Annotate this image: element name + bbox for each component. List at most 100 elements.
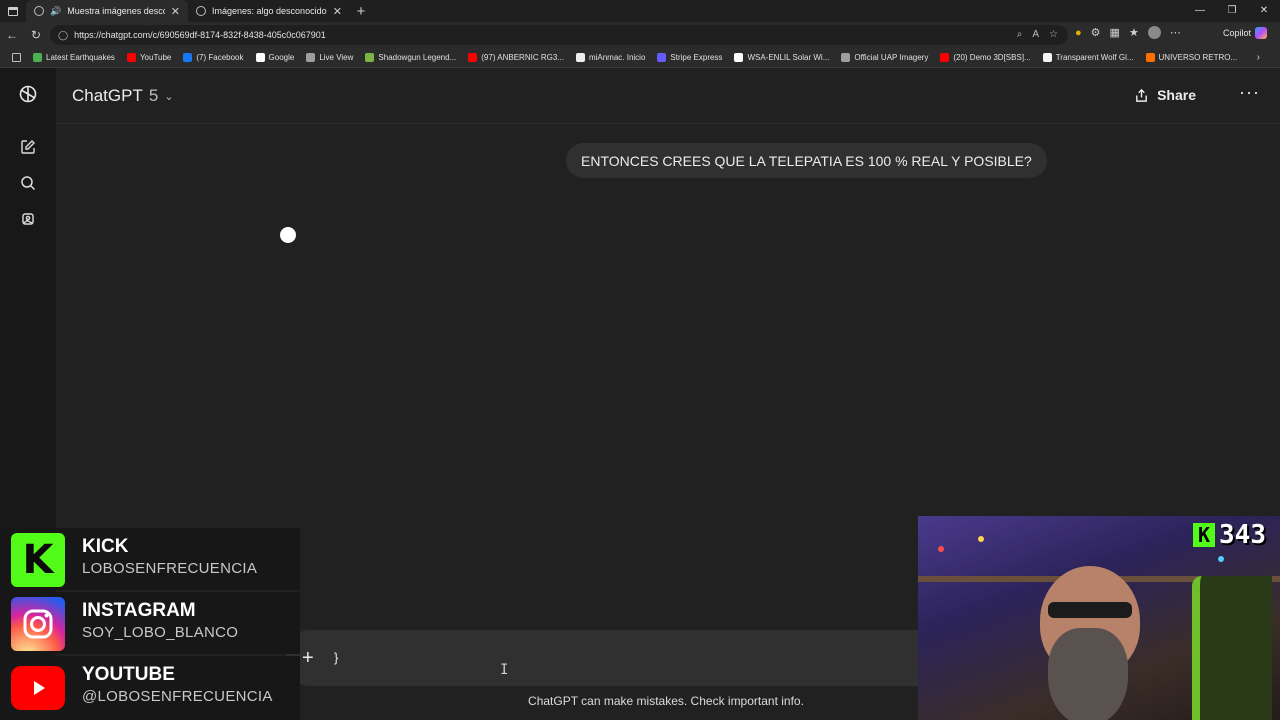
youtube-logo-icon [11,666,65,710]
bookmark-favicon-icon [255,53,265,62]
webcam-light [1218,556,1224,562]
address-bar-icons: ⌕ A ☆ [1017,29,1058,40]
browser-tab-strip: 🔊 Muestra imágenes descono ✕ Imágenes: a… [0,0,1280,22]
social-handle: LOBOSENFRECUENCIA [82,560,258,577]
bookmark-item[interactable]: (20) Demo 3D[SBS]... [934,53,1036,62]
bookmarks-overflow-icon[interactable]: › [1257,52,1260,63]
user-message-bubble: ENTONCES CREES QUE LA TELEPATIA ES 100 %… [566,143,1047,178]
back-icon[interactable]: ← [0,28,24,42]
bookmark-favicon-icon [1145,53,1155,62]
social-name: INSTAGRAM [82,600,196,621]
zoom-icon[interactable]: ⌕ [1017,29,1023,40]
bookmark-label: miAnmac. Inicio [588,53,646,62]
bookmark-item[interactable]: Latest Earthquakes [27,53,121,62]
bookmark-label: Shadowgun Legend... [378,53,457,62]
settings-more-icon[interactable]: ⋯ [1170,26,1181,39]
bookmark-label: UNIVERSO RETRO... [1158,53,1238,62]
bookmark-label: YouTube [139,53,172,62]
close-tab-icon[interactable]: ✕ [171,5,180,18]
bookmark-item[interactable]: (97) ANBERNIC RG3... [462,53,570,62]
more-options-icon[interactable]: ··· [1239,82,1260,103]
bookmark-favicon-icon [575,53,585,62]
bookmark-item[interactable]: YouTube [121,53,177,62]
new-chat-icon[interactable] [18,137,38,157]
url-text: https://chatgpt.com/c/690569df-8174-832f… [74,30,326,40]
message-composer[interactable]: + } [286,630,926,686]
social-instagram: INSTAGRAM SOY_LOBO_BLANCO [0,592,300,654]
bookmark-label: Stripe Express [670,53,723,62]
bookmark-item[interactable]: UNIVERSO RETRO... [1140,53,1244,62]
bookmark-item[interactable]: Live View [300,53,359,62]
bookmark-item[interactable]: Official UAP Imagery [835,53,934,62]
bookmark-label: Transparent Wolf Gl... [1055,53,1134,62]
favorite-star-icon[interactable]: ☆ [1049,29,1058,40]
new-tab-button[interactable]: + [350,3,372,20]
profile-avatar[interactable] [1147,26,1161,39]
address-bar[interactable]: ◯ https://chatgpt.com/c/690569df-8174-83… [50,25,1068,45]
restore-icon[interactable]: ❐ [1216,0,1248,22]
bookmark-favicon-icon [33,53,42,62]
copilot-logo-icon [1255,27,1268,39]
bookmark-item[interactable]: Shadowgun Legend... [359,53,462,62]
site-info-icon[interactable]: ◯ [58,30,68,41]
tab-title: Imágenes: algo desconocido para [212,6,327,16]
kick-viewer-icon: K [1193,523,1216,547]
library-icon[interactable] [18,209,38,229]
speaker-icon[interactable]: 🔊 [50,6,61,17]
kick-logo-icon: K [11,533,65,587]
window-menu-icon[interactable] [0,0,26,22]
address-toolbar: ← ↻ ◯ https://chatgpt.com/c/690569df-817… [0,22,1280,48]
social-name: KICK [82,536,129,557]
search-chats-icon[interactable] [18,173,38,193]
share-icon [1136,88,1147,102]
disclaimer-text: ChatGPT can make mistakes. Check importa… [528,694,804,708]
mouse-cursor-indicator [280,227,296,243]
composer-input-text[interactable]: } [334,650,338,665]
copilot-button[interactable]: Copilot [1223,27,1268,39]
tab-favicon-icon [34,6,44,16]
bookmark-label: (20) Demo 3D[SBS]... [953,53,1031,62]
split-screen-icon[interactable]: ▦ [1110,26,1120,39]
bookmark-label: WSA-ENLIL Solar Wi... [747,53,830,62]
share-button[interactable]: Share [1134,87,1196,103]
favorites-icon[interactable]: ★ [1129,26,1139,39]
social-kick: K KICK LOBOSENFRECUENCIA [0,528,300,590]
chevron-down-icon: ⌄ [164,90,174,103]
streamer-webcam: K 343 [918,516,1280,720]
text-cursor-icon: I [500,662,509,678]
streamer-glasses [1048,602,1132,618]
webcam-streamer-figure [1018,566,1168,720]
tab-title: Muestra imágenes descono [67,6,165,16]
streamer-beard [1048,628,1128,720]
bookmarks-menu-icon[interactable] [6,53,27,62]
bookmark-favicon-icon [126,53,136,62]
bookmark-favicon-icon [734,53,744,62]
bookmark-label: Latest Earthquakes [46,53,115,62]
read-aloud-icon[interactable]: A [1032,29,1039,40]
minimize-icon[interactable]: — [1184,0,1216,22]
bookmark-favicon-icon [1042,53,1052,62]
extension-shield-icon[interactable]: ● [1075,27,1082,39]
close-window-icon[interactable]: ✕ [1248,0,1280,22]
viewer-count: 343 [1219,520,1266,550]
browser-tab-1[interactable]: 🔊 Muestra imágenes descono ✕ [26,0,188,22]
model-version: 5 [148,86,159,105]
bookmark-item[interactable]: Transparent Wolf Gl... [1037,53,1140,62]
model-selector[interactable]: ChatGPT 5 ⌄ [72,86,174,106]
browser-tab-2[interactable]: Imágenes: algo desconocido para ✕ [188,0,350,22]
attach-plus-icon[interactable]: + [302,647,314,670]
bookmark-favicon-icon [841,53,851,62]
bookmark-item[interactable]: WSA-ENLIL Solar Wi... [728,53,835,62]
browser-tools: ● ⚙ ▦ ★ ⋯ [1075,26,1181,39]
social-handle: @LOBOSENFRECUENCIA [82,688,273,705]
openai-logo-icon[interactable] [18,84,38,104]
extensions-icon[interactable]: ⚙ [1091,26,1101,39]
bookmark-item[interactable]: (7) Facebook [177,53,249,62]
bookmark-item[interactable]: miAnmac. Inicio [570,53,651,62]
reload-icon[interactable]: ↻ [24,28,48,42]
bookmark-item[interactable]: Google [250,53,301,62]
bookmark-item[interactable]: Stripe Express [651,53,728,62]
viewer-counter: K 343 [1193,520,1266,550]
close-tab-icon[interactable]: ✕ [333,5,342,18]
bookmark-favicon-icon [657,53,667,62]
